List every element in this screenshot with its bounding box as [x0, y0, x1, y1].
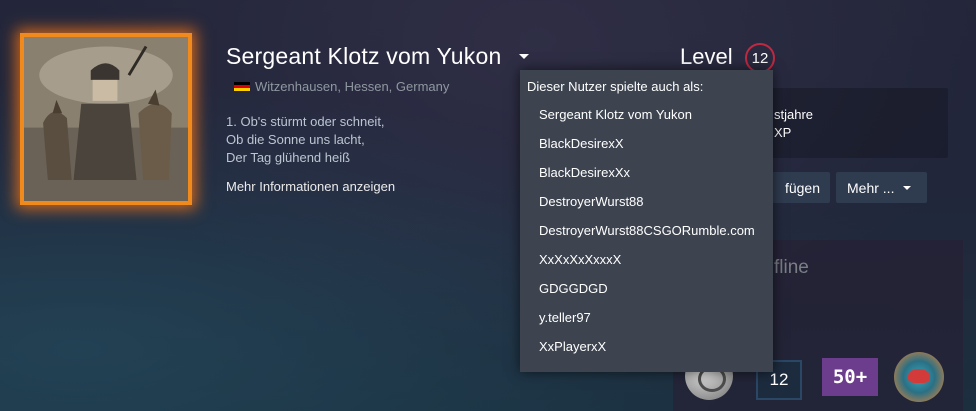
alias-dropdown: Dieser Nutzer spielte auch als: Sergeant… — [520, 70, 773, 372]
caret-down-icon — [903, 185, 912, 190]
badge-world-icon[interactable] — [894, 352, 944, 402]
alias-item[interactable]: XxXxXxXxxxX — [539, 252, 621, 267]
location-text: Witzenhausen, Hessen, Germany — [255, 79, 450, 94]
more-info-link[interactable]: Mehr Informationen anzeigen — [226, 179, 395, 194]
alias-item[interactable]: DestroyerWurst88CSGORumble.com — [539, 223, 755, 238]
persona-caret-icon[interactable] — [519, 54, 529, 59]
profile-summary: 1. Ob's stürmt oder schneit, Ob die Sonn… — [226, 113, 385, 167]
summary-line: 1. Ob's stürmt oder schneit, — [226, 114, 385, 129]
online-status: fline — [774, 257, 809, 278]
badge-fifty-plus-icon[interactable]: 50+ — [822, 358, 878, 396]
alias-item[interactable]: XxPlayerxX — [539, 339, 606, 354]
level-label: Level — [680, 44, 733, 69]
germany-flag-icon — [234, 81, 250, 92]
location: Witzenhausen, Hessen, Germany — [234, 79, 449, 94]
alias-item[interactable]: Sergeant Klotz vom Yukon — [539, 107, 692, 122]
persona-name: Sergeant Klotz vom Yukon — [226, 43, 502, 69]
add-friend-label: fügen — [784, 179, 820, 196]
alias-dropdown-header: Dieser Nutzer spielte auch als: — [527, 79, 704, 94]
alias-item[interactable]: BlackDesirexX — [539, 136, 624, 151]
more-button[interactable]: Mehr ... — [836, 172, 927, 203]
alias-item[interactable]: y.teller97 — [539, 310, 591, 325]
alias-item[interactable]: GDGGDGD — [539, 281, 608, 296]
level-badge: 12 — [745, 43, 775, 73]
xp-text: XP — [774, 125, 792, 140]
more-button-label: Mehr ... — [847, 179, 895, 196]
alias-item[interactable]: DestroyerWurst88 — [539, 194, 644, 209]
summary-line: Der Tag glühend heiß — [226, 150, 351, 165]
avatar-image — [24, 37, 188, 201]
avatar[interactable] — [20, 33, 192, 205]
summary-line: Ob die Sonne uns lacht, — [226, 132, 365, 147]
years-of-service-text: stjahre — [774, 107, 814, 122]
alias-item[interactable]: BlackDesirexXx — [539, 165, 630, 180]
